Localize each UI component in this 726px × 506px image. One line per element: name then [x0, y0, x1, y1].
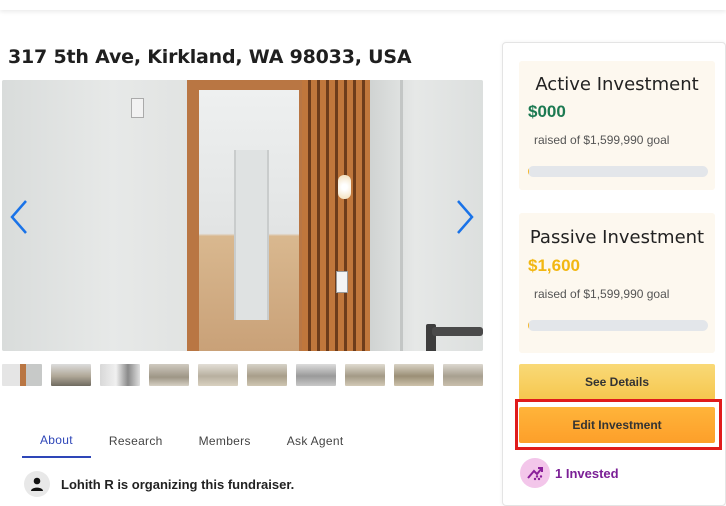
chevron-left-icon [10, 200, 27, 234]
top-bar [0, 0, 726, 10]
thumbnail-strip [2, 364, 483, 386]
passive-investment-amount: $1,600 [528, 256, 580, 275]
thumbnail[interactable] [2, 364, 42, 386]
photo-sign-plate [336, 271, 348, 293]
active-progress-fill [528, 166, 529, 177]
thumbnail[interactable] [149, 364, 189, 386]
carousel-next-button[interactable] [452, 197, 478, 237]
photo-sconce [338, 175, 351, 199]
detail-tabs: About Research Members Ask Agent [22, 424, 362, 458]
active-investment-amount: $000 [528, 102, 566, 121]
thumbnail[interactable] [394, 364, 434, 386]
edit-investment-button[interactable]: Edit Investment [519, 407, 715, 443]
photo-push-bar [432, 327, 483, 336]
tab-members[interactable]: Members [181, 424, 269, 458]
thumbnail[interactable] [198, 364, 238, 386]
photo-carousel[interactable] [2, 80, 483, 351]
passive-progress-fill [528, 320, 529, 331]
invested-text: 1 Invested [555, 465, 619, 481]
active-investment-card: Active Investment $000 raised of $1,599,… [519, 61, 715, 190]
active-investment-goal: raised of $1,599,990 goal [534, 133, 670, 147]
photo-sensor [131, 98, 144, 118]
thumbnail[interactable] [345, 364, 385, 386]
passive-investment-goal: raised of $1,599,990 goal [534, 287, 670, 301]
passive-investment-title: Passive Investment [529, 227, 705, 248]
tab-research[interactable]: Research [91, 424, 181, 458]
tab-ask-agent[interactable]: Ask Agent [269, 424, 362, 458]
passive-investment-progress [528, 320, 708, 331]
thumbnail[interactable] [100, 364, 140, 386]
passive-investment-card: Passive Investment $1,600 raised of $1,5… [519, 213, 715, 353]
photo-wood-slats [302, 80, 370, 351]
user-icon [24, 471, 50, 497]
photo-door-edge [400, 80, 403, 351]
carousel-prev-button[interactable] [6, 197, 32, 237]
chevron-right-icon [457, 200, 474, 234]
see-details-button[interactable]: See Details [519, 364, 715, 400]
organizer-text: Lohith R is organizing this fundraiser. [61, 476, 295, 492]
investors-icon [520, 458, 550, 488]
property-address: 317 5th Ave, Kirkland, WA 98033, USA [8, 46, 412, 68]
investment-panel: Active Investment $000 raised of $1,599,… [502, 42, 726, 506]
invested-count[interactable]: 1 Invested [520, 458, 619, 488]
thumbnail[interactable] [51, 364, 91, 386]
thumbnail[interactable] [296, 364, 336, 386]
photo-hallway [234, 150, 269, 320]
active-investment-title: Active Investment [535, 74, 699, 95]
organizer-row: Lohith R is organizing this fundraiser. [24, 471, 294, 497]
tab-about[interactable]: About [22, 424, 91, 458]
thumbnail[interactable] [443, 364, 483, 386]
active-investment-progress [528, 166, 708, 177]
thumbnail[interactable] [247, 364, 287, 386]
